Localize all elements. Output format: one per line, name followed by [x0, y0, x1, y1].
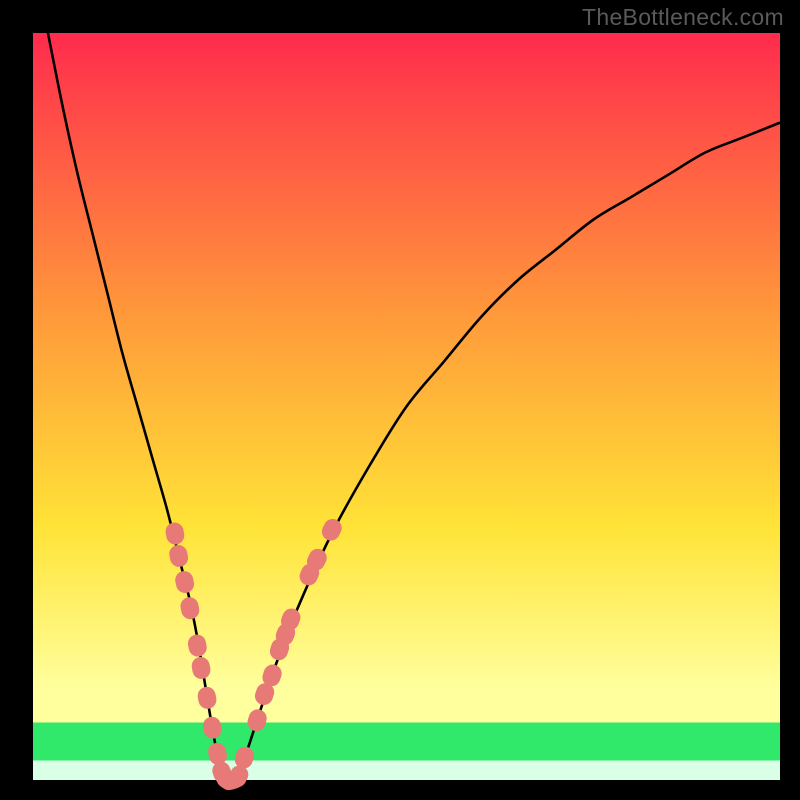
curve-marker	[179, 596, 201, 621]
curve-marker	[174, 569, 196, 594]
curve-marker	[196, 685, 218, 710]
curve-marker	[319, 516, 345, 544]
curve-marker	[201, 715, 223, 740]
curve-marker	[245, 707, 269, 733]
curve-marker	[190, 655, 212, 680]
chart-frame: TheBottleneck.com	[0, 0, 800, 800]
curve-marker	[168, 543, 190, 568]
curve-markers	[164, 516, 345, 794]
watermark-text: TheBottleneck.com	[582, 4, 784, 31]
plot-area	[33, 33, 780, 780]
curve-marker	[164, 521, 185, 546]
curve-marker	[186, 633, 208, 658]
curve-layer	[33, 33, 780, 780]
bottleneck-curve	[48, 33, 780, 782]
